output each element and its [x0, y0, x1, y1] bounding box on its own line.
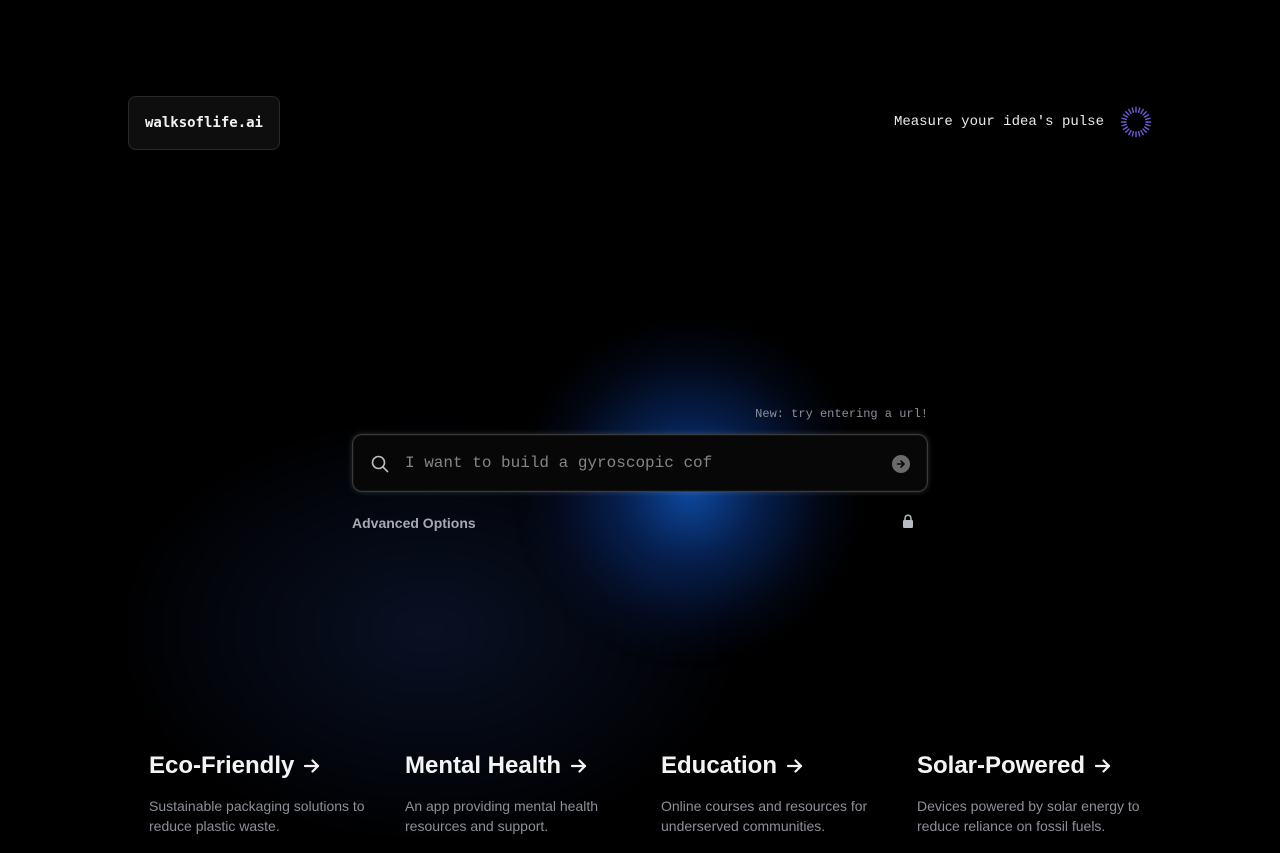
search-icon: [371, 455, 389, 473]
pulse-tick: [1142, 128, 1147, 133]
spinner-ring-icon: [1120, 106, 1152, 138]
card-title-text: Solar-Powered: [917, 752, 1086, 779]
card-description: An app providing mental health resources…: [405, 798, 599, 834]
card-title[interactable]: Solar-Powered: [917, 752, 1147, 780]
card-title-text: Eco-Friendly: [149, 752, 295, 779]
pulse-tick: [1122, 126, 1129, 130]
arrow-right-icon: [786, 759, 803, 773]
idea-search-input[interactable]: [405, 435, 875, 491]
card-education[interactable]: Education Online courses and resources f…: [661, 752, 891, 836]
pulse-tick: [1122, 114, 1129, 118]
page: walksoflife.ai Measure your idea's pulse…: [0, 0, 1280, 853]
pulse-tick: [1144, 123, 1151, 127]
logo-text: walksoflife.ai: [144, 115, 263, 131]
logo-button[interactable]: walksoflife.ai: [128, 96, 280, 150]
pulse-tick: [1137, 107, 1141, 114]
pulse-tick: [1131, 107, 1135, 114]
pulse-indicator: Measure your idea's pulse: [894, 105, 1152, 139]
pulse-tick: [1143, 126, 1150, 130]
card-eco-friendly[interactable]: Eco-Friendly Sustainable packaging solut…: [149, 752, 379, 836]
card-description: Devices powered by solar energy to reduc…: [917, 798, 1140, 834]
card-title[interactable]: Mental Health: [405, 752, 635, 780]
pulse-tick: [1140, 108, 1144, 115]
pulse-tick: [1144, 117, 1151, 121]
card-title[interactable]: Education: [661, 752, 891, 780]
search-hint: New: try entering a url!: [755, 407, 928, 421]
advanced-options-toggle[interactable]: Advanced Options: [352, 515, 476, 531]
arrow-right-icon: [570, 759, 587, 773]
pulse-tick: [1142, 111, 1147, 116]
search-bar: [352, 434, 928, 492]
pulse-tick: [1143, 114, 1150, 118]
pulse-tick: [1121, 123, 1128, 127]
tagline: Measure your idea's pulse: [893, 114, 1104, 130]
card-description: Sustainable packaging solutions to reduc…: [149, 798, 365, 834]
card-title-text: Education: [661, 752, 778, 779]
arrow-right-icon: [304, 759, 320, 773]
pulse-tick: [1128, 129, 1132, 136]
pulse-tick: [1128, 108, 1132, 115]
submit-button[interactable]: [892, 455, 910, 473]
pulse-tick: [1121, 117, 1128, 121]
pulse-tick: [1125, 128, 1130, 133]
card-title[interactable]: Eco-Friendly: [149, 752, 379, 780]
card-solar-powered[interactable]: Solar-Powered Devices powered by solar e…: [917, 752, 1147, 836]
card-description: Online courses and resources for underse…: [661, 798, 868, 834]
card-title-text: Mental Health: [405, 752, 562, 779]
lock-icon[interactable]: [902, 514, 914, 529]
arrow-right-icon: [896, 460, 905, 468]
pulse-tick: [1137, 130, 1141, 137]
arrow-right-icon: [1094, 759, 1111, 773]
idea-category-cards: Eco-Friendly Sustainable packaging solut…: [149, 752, 1149, 853]
card-mental-health[interactable]: Mental Health An app providing mental he…: [405, 752, 635, 836]
pulse-tick: [1140, 129, 1144, 136]
pulse-tick: [1131, 130, 1135, 137]
pulse-tick: [1125, 111, 1130, 116]
